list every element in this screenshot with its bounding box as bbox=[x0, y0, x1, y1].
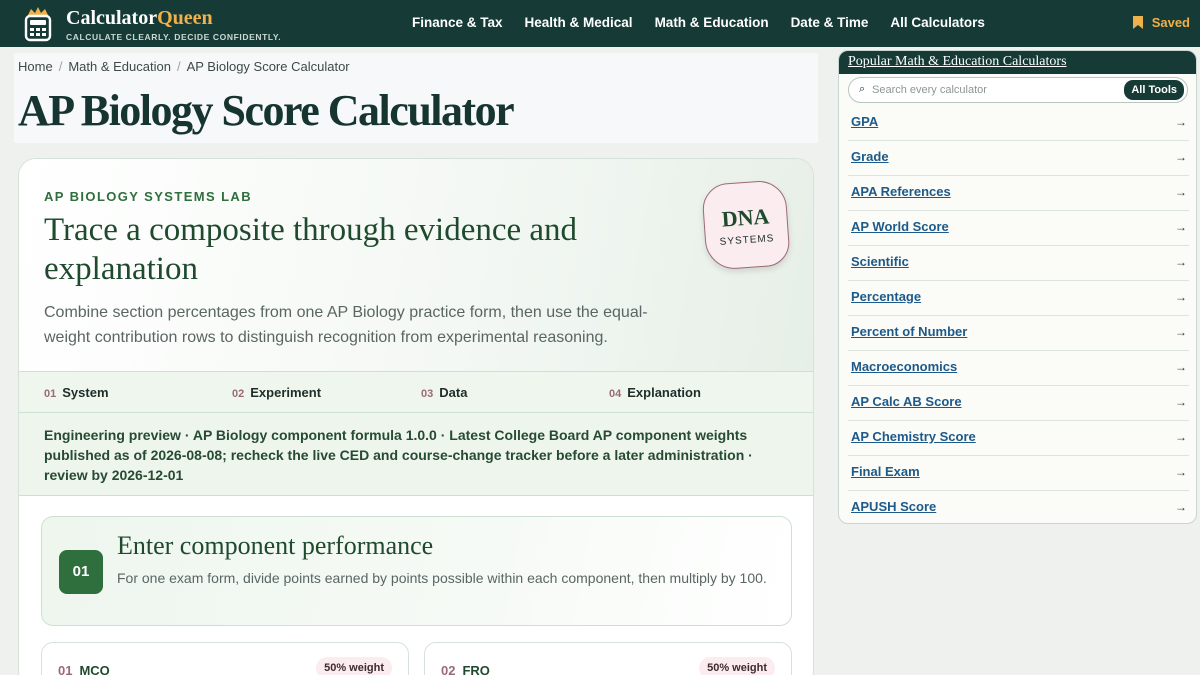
section-number: 01 bbox=[59, 550, 103, 594]
badge-title: DNA bbox=[720, 203, 771, 232]
search-input[interactable] bbox=[872, 81, 1122, 99]
sidebar-item-macroeconomics[interactable]: Macroeconomics → bbox=[848, 351, 1189, 386]
sidebar-item-apa-references[interactable]: APA References → bbox=[848, 176, 1189, 211]
sidebar-link[interactable]: Final Exam bbox=[851, 464, 920, 479]
sidebar-title[interactable]: Popular Math & Education Calculators bbox=[848, 54, 1067, 70]
arrow-right-icon: → bbox=[1175, 325, 1187, 339]
sidebar-link[interactable]: GPA bbox=[851, 114, 878, 129]
nav-date-time[interactable]: Date & Time bbox=[791, 15, 869, 30]
sidebar-link[interactable]: Macroeconomics bbox=[851, 359, 957, 374]
breadcrumb-current: AP Biology Score Calculator bbox=[186, 59, 350, 74]
preview-note-text: Engineering preview · AP Biology compone… bbox=[44, 427, 753, 483]
sidebar-item-grade[interactable]: Grade → bbox=[848, 141, 1189, 176]
component-performance-section: 01 Enter component performance For one e… bbox=[41, 516, 792, 626]
breadcrumb-separator: / bbox=[58, 59, 63, 74]
arrow-right-icon: → bbox=[1175, 115, 1187, 129]
breadcrumb-math-education[interactable]: Math & Education bbox=[68, 59, 171, 74]
step-data[interactable]: 03 Data bbox=[421, 385, 467, 400]
sidebar-link[interactable]: Scientific bbox=[851, 254, 909, 269]
sidebar-link[interactable]: APUSH Score bbox=[851, 499, 936, 514]
step-strip: 01 System 02 Experiment 03 Data 04 Explanati… bbox=[19, 371, 813, 413]
arrow-right-icon: → bbox=[1175, 185, 1187, 199]
sidebar-item-apush-score[interactable]: APUSH Score → bbox=[848, 491, 1189, 523]
bookmark-icon bbox=[1132, 16, 1143, 29]
step-experiment[interactable]: 02 Experiment bbox=[232, 385, 321, 400]
sidebar-link[interactable]: Grade bbox=[851, 149, 889, 164]
sidebar-link[interactable]: AP Chemistry Score bbox=[851, 429, 976, 444]
search-icon: ⌕ bbox=[859, 83, 866, 95]
engineering-preview-note: Engineering preview · AP Biology compone… bbox=[19, 413, 813, 496]
badge-subtitle: SYSTEMS bbox=[719, 233, 775, 248]
brand[interactable]: CalculatorQueen CALCULATE CLEARLY. DECID… bbox=[66, 7, 281, 42]
hero-title: Trace a composite through evidence and e… bbox=[44, 212, 578, 287]
mcq-weight-badge: 50% weight bbox=[316, 657, 392, 675]
sidebar-item-percentage[interactable]: Percentage → bbox=[848, 281, 1189, 316]
step-system[interactable]: 01 System bbox=[44, 385, 109, 400]
sidebar-item-gpa[interactable]: GPA → bbox=[848, 106, 1189, 141]
popular-calculators-sidebar: Popular Math & Education Calculators ⌕ A… bbox=[838, 50, 1197, 524]
arrow-right-icon: → bbox=[1175, 220, 1187, 234]
sidebar-link-list: GPA → Grade → APA References → AP World Sco… bbox=[839, 106, 1196, 523]
arrow-right-icon: → bbox=[1175, 255, 1187, 269]
frq-weight-badge: 50% weight bbox=[699, 657, 775, 675]
saved-button[interactable]: Saved bbox=[1132, 15, 1190, 30]
sidebar-header: Popular Math & Education Calculators bbox=[839, 51, 1196, 74]
step-explanation[interactable]: 04 Explanation bbox=[609, 385, 701, 400]
mcq-component-card: 01 MCQ 50% weight bbox=[41, 642, 409, 675]
sidebar-link[interactable]: Percentage bbox=[851, 289, 921, 304]
brand-tagline: CALCULATE CLEARLY. DECIDE CONFIDENTLY. bbox=[66, 32, 282, 42]
hero-description: Combine section percentages from one AP … bbox=[44, 304, 648, 346]
arrow-right-icon: → bbox=[1175, 500, 1187, 514]
arrow-right-icon: → bbox=[1175, 360, 1187, 374]
section-title: Enter component performance bbox=[117, 531, 434, 560]
section-description: For one exam form, divide points earned … bbox=[117, 570, 767, 586]
main-nav: Finance & Tax Health & Medical Math & Ed… bbox=[412, 15, 1007, 30]
sidebar-item-scientific[interactable]: Scientific → bbox=[848, 246, 1189, 281]
frq-component-card: 02 FRQ 50% weight bbox=[424, 642, 792, 675]
frq-label: 02 FRQ bbox=[441, 663, 490, 675]
arrow-right-icon: → bbox=[1175, 290, 1187, 304]
dna-systems-badge: DNA SYSTEMS bbox=[701, 179, 791, 271]
saved-label: Saved bbox=[1151, 15, 1190, 30]
breadcrumb-home[interactable]: Home bbox=[18, 59, 53, 74]
page-title: AP Biology Score Calculator bbox=[18, 86, 515, 135]
sidebar-link[interactable]: AP Calc AB Score bbox=[851, 394, 962, 409]
sidebar-item-ap-chemistry-score[interactable]: AP Chemistry Score → bbox=[848, 421, 1189, 456]
hero: AP BIOLOGY SYSTEMS LAB Trace a composite… bbox=[19, 159, 813, 371]
hero-eyebrow: AP BIOLOGY SYSTEMS LAB bbox=[44, 189, 253, 204]
calculator-search: ⌕ All Tools bbox=[848, 77, 1188, 103]
mcq-label: 01 MCQ bbox=[58, 663, 110, 675]
nav-math-education[interactable]: Math & Education bbox=[655, 15, 769, 30]
sidebar-link[interactable]: AP World Score bbox=[851, 219, 949, 234]
nav-finance-tax[interactable]: Finance & Tax bbox=[412, 15, 503, 30]
calculator-card: AP BIOLOGY SYSTEMS LAB Trace a composite… bbox=[18, 158, 814, 675]
sidebar-item-ap-world-score[interactable]: AP World Score → bbox=[848, 211, 1189, 246]
sidebar-item-final-exam[interactable]: Final Exam → bbox=[848, 456, 1189, 491]
arrow-right-icon: → bbox=[1175, 430, 1187, 444]
nav-all-calculators[interactable]: All Calculators bbox=[890, 15, 985, 30]
sidebar-link[interactable]: Percent of Number bbox=[851, 324, 967, 339]
all-tools-button[interactable]: All Tools bbox=[1124, 80, 1184, 100]
arrow-right-icon: → bbox=[1175, 395, 1187, 409]
title-band: Home / Math & Education / AP Biology Sco… bbox=[14, 53, 818, 143]
arrow-right-icon: → bbox=[1175, 465, 1187, 479]
breadcrumb: Home / Math & Education / AP Biology Sco… bbox=[18, 59, 350, 74]
arrow-right-icon: → bbox=[1175, 150, 1187, 164]
top-navigation-bar: CalculatorQueen CALCULATE CLEARLY. DECID… bbox=[0, 0, 1200, 47]
breadcrumb-separator: / bbox=[176, 59, 181, 74]
sidebar-item-ap-calc-ab-score[interactable]: AP Calc AB Score → bbox=[848, 386, 1189, 421]
sidebar-link[interactable]: APA References bbox=[851, 184, 951, 199]
sidebar-item-percent-of-number[interactable]: Percent of Number → bbox=[848, 316, 1189, 351]
calculator-crown-logo-icon[interactable] bbox=[22, 6, 54, 42]
brand-name: CalculatorQueen bbox=[66, 7, 213, 29]
nav-health-medical[interactable]: Health & Medical bbox=[525, 15, 633, 30]
